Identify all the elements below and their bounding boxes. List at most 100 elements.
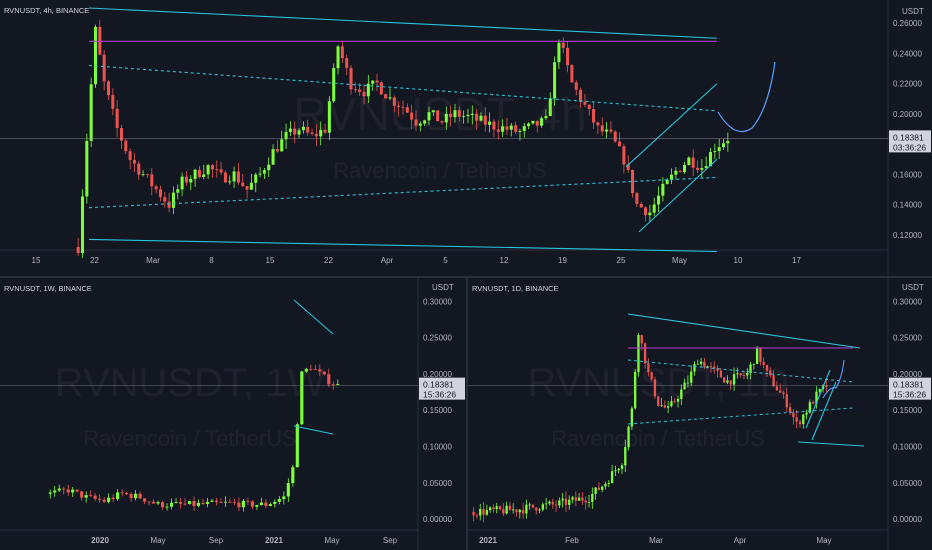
- candle-body: [670, 401, 673, 407]
- candle-body: [665, 179, 669, 184]
- candle-body: [336, 384, 340, 385]
- candle-body: [488, 121, 492, 125]
- watermark-symbol: RVNUSDT, 4h: [293, 88, 586, 140]
- candle-body: [690, 371, 693, 383]
- candle-body: [548, 98, 552, 117]
- chart-svg-1w[interactable]: RVNUSDT, 1W Ravencoin / TetherUS 0.30000 0.…: [0, 278, 466, 550]
- chart-svg-4h[interactable]: RVNUSDT, 4h Ravencoin / TetherUS 0.26000 0.…: [0, 0, 932, 276]
- candle-body: [729, 380, 732, 385]
- projection-path: [717, 61, 776, 133]
- candle-body: [57, 488, 61, 491]
- watermark-name: Ravencoin / TetherUS: [83, 426, 297, 451]
- candle-body: [111, 95, 115, 109]
- candle-body: [721, 143, 726, 148]
- chart-pane-1d[interactable]: RVNUSDT, 1D Ravencoin / TetherUS 0.30000 0.…: [468, 278, 932, 550]
- time-tick-label: 25: [617, 256, 626, 265]
- candle-body: [548, 501, 551, 504]
- candle-body: [271, 149, 275, 165]
- candle-body: [652, 204, 656, 213]
- candle-body: [197, 169, 201, 177]
- candle-body: [755, 347, 759, 364]
- candle-body: [627, 426, 630, 448]
- candle-body: [617, 468, 620, 471]
- candle-body: [798, 421, 802, 425]
- candle-body: [115, 108, 119, 129]
- time-tick-label: May: [324, 536, 339, 545]
- candle-body: [273, 501, 277, 505]
- candle-body: [53, 490, 57, 493]
- candle-body: [792, 412, 795, 418]
- price-tick-label: 0.24000: [893, 49, 922, 58]
- candle-body: [147, 501, 151, 503]
- candle-body: [521, 509, 525, 514]
- candle-body: [528, 504, 531, 506]
- candle-body: [579, 89, 583, 102]
- time-tick-label: Mar: [146, 256, 160, 265]
- candle-body: [102, 499, 106, 502]
- candle-body: [313, 369, 317, 370]
- candle-body: [587, 501, 591, 503]
- symbol-title-1w: RVNUSDT, 1W, BINANCE: [4, 284, 92, 293]
- candle-body: [660, 405, 663, 407]
- candle-body: [206, 165, 210, 175]
- chart-svg-1d[interactable]: RVNUSDT, 1DRavencoin / TetherUS0.300000.…: [468, 278, 932, 550]
- candle-body: [116, 492, 120, 500]
- candle-body: [327, 101, 331, 133]
- candle-body: [596, 122, 600, 126]
- chart-pane-1w[interactable]: RVNUSDT, 1W Ravencoin / TetherUS 0.30000 0.…: [0, 278, 466, 550]
- candle-body: [349, 67, 353, 90]
- trendline-descending-resistance: [88, 7, 718, 39]
- price-tick-label: 0.12000: [893, 231, 922, 240]
- candle-body: [479, 115, 483, 121]
- candle-body: [293, 128, 297, 135]
- candle-body: [624, 447, 627, 466]
- candle-body: [713, 151, 717, 152]
- candle-body: [431, 110, 435, 113]
- candle-body: [696, 167, 700, 170]
- candle-body: [297, 130, 301, 135]
- candle-body: [772, 375, 775, 387]
- candle-body: [277, 499, 281, 502]
- candle-body: [323, 129, 327, 133]
- candle-body: [258, 173, 262, 175]
- price-unit-label: USDT: [902, 7, 924, 16]
- time-tick-label: Sep: [209, 536, 224, 545]
- candle-body: [518, 509, 521, 513]
- time-tick-label: May: [672, 256, 687, 265]
- candle-body: [128, 151, 132, 161]
- candle-body: [388, 97, 392, 99]
- candle-body: [723, 377, 726, 383]
- candle-body: [405, 107, 409, 113]
- candle-body: [545, 503, 548, 505]
- candle-body: [215, 169, 219, 171]
- candle-body: [331, 384, 335, 386]
- candle-body: [527, 123, 531, 127]
- candle-body: [581, 497, 584, 501]
- time-tick-label: 2021: [479, 536, 497, 545]
- price-tick-label: 0.00000: [893, 515, 922, 524]
- candle-body: [280, 139, 284, 152]
- candle-body: [80, 196, 85, 254]
- price-tick-label: 0.15000: [423, 406, 452, 415]
- chart-pane-4h[interactable]: RVNUSDT, 4h Ravencoin / TetherUS 0.26000 0.…: [0, 0, 932, 276]
- symbol-title-1d: RVNUSDT, 1D, BINANCE: [472, 284, 559, 293]
- candle-body: [673, 401, 676, 403]
- candle-body: [713, 366, 716, 369]
- candle-body: [540, 118, 544, 126]
- price-tick-label: 0.05000: [893, 479, 922, 488]
- candle-body: [657, 195, 661, 205]
- candle-body: [93, 495, 97, 499]
- candle-body: [154, 186, 158, 190]
- candle-body: [262, 170, 266, 174]
- candle-body: [515, 509, 518, 513]
- candle-body: [574, 497, 577, 501]
- candle-body: [501, 126, 505, 132]
- candle-body: [137, 163, 141, 175]
- candle-body: [449, 113, 453, 118]
- candle-body: [610, 471, 614, 484]
- candle-body: [98, 498, 102, 500]
- candle-body: [551, 501, 554, 505]
- time-tick-label: Apr: [381, 256, 394, 265]
- candle-body: [812, 402, 815, 404]
- candle-body: [696, 363, 699, 365]
